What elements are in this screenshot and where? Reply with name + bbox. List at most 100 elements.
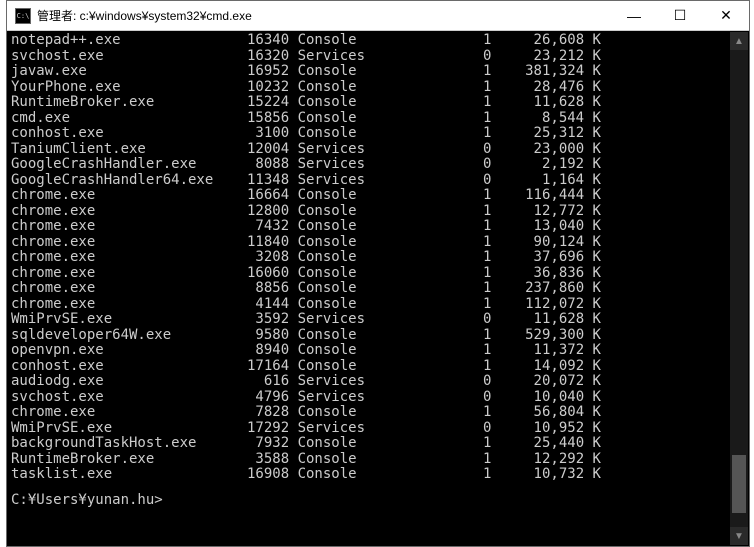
process-row: svchost.exe16320Services023,212 K [11, 49, 745, 65]
process-pid: 7932 [230, 436, 289, 452]
process-pid: 16664 [230, 188, 289, 204]
process-memory: 112,072 K [491, 297, 601, 313]
process-pid: 11840 [230, 235, 289, 251]
process-name: chrome.exe [11, 405, 230, 421]
process-session-name: Console [289, 126, 390, 142]
process-session-name: Console [289, 297, 390, 313]
process-name: cmd.exe [11, 111, 230, 127]
title-bar[interactable]: C:\ 管理者: c:¥windows¥system32¥cmd.exe — ☐… [7, 1, 749, 31]
process-session: 1 [390, 452, 491, 468]
process-name: WmiPrvSE.exe [11, 421, 230, 437]
process-pid: 16320 [230, 49, 289, 65]
process-session-name: Console [289, 343, 390, 359]
process-memory: 12,772 K [491, 204, 601, 220]
process-session-name: Services [289, 173, 390, 189]
process-name: backgroundTaskHost.exe [11, 436, 230, 452]
process-session-name: Console [289, 219, 390, 235]
process-name: chrome.exe [11, 250, 230, 266]
process-session-name: Services [289, 142, 390, 158]
process-pid: 9580 [230, 328, 289, 344]
process-row: YourPhone.exe10232Console128,476 K [11, 80, 745, 96]
process-memory: 13,040 K [491, 219, 601, 235]
scroll-thumb[interactable] [732, 455, 746, 512]
process-name: svchost.exe [11, 390, 230, 406]
process-name: chrome.exe [11, 297, 230, 313]
process-name: conhost.exe [11, 359, 230, 375]
process-memory: 14,092 K [491, 359, 601, 375]
process-pid: 7432 [230, 219, 289, 235]
process-memory: 36,836 K [491, 266, 601, 282]
process-session: 1 [390, 235, 491, 251]
process-memory: 237,860 K [491, 281, 601, 297]
process-row: GoogleCrashHandler64.exe11348Services01,… [11, 173, 745, 189]
process-session: 1 [390, 33, 491, 49]
process-row: svchost.exe4796Services010,040 K [11, 390, 745, 406]
process-memory: 529,300 K [491, 328, 601, 344]
process-session-name: Console [289, 436, 390, 452]
process-name: openvpn.exe [11, 343, 230, 359]
maximize-button[interactable]: ☐ [657, 1, 703, 30]
process-memory: 8,544 K [491, 111, 601, 127]
process-name: audiodg.exe [11, 374, 230, 390]
scroll-track[interactable] [730, 50, 748, 527]
process-session: 0 [390, 173, 491, 189]
process-session: 1 [390, 126, 491, 142]
process-session-name: Console [289, 64, 390, 80]
process-name: chrome.exe [11, 235, 230, 251]
process-name: YourPhone.exe [11, 80, 230, 96]
close-button[interactable]: ✕ [703, 1, 749, 30]
process-name: chrome.exe [11, 266, 230, 282]
process-row: WmiPrvSE.exe3592Services011,628 K [11, 312, 745, 328]
process-pid: 3592 [230, 312, 289, 328]
window-controls: — ☐ ✕ [611, 1, 749, 30]
process-row: chrome.exe4144Console1112,072 K [11, 297, 745, 313]
process-row: chrome.exe12800Console112,772 K [11, 204, 745, 220]
process-row: audiodg.exe616Services020,072 K [11, 374, 745, 390]
process-memory: 10,952 K [491, 421, 601, 437]
process-pid: 8088 [230, 157, 289, 173]
process-memory: 10,040 K [491, 390, 601, 406]
process-session: 1 [390, 111, 491, 127]
process-row: chrome.exe7432Console113,040 K [11, 219, 745, 235]
scrollbar: ▲ ▼ [730, 32, 748, 545]
process-memory: 23,000 K [491, 142, 601, 158]
process-pid: 616 [230, 374, 289, 390]
process-row: openvpn.exe8940Console111,372 K [11, 343, 745, 359]
process-name: sqldeveloper64W.exe [11, 328, 230, 344]
process-session: 0 [390, 374, 491, 390]
process-name: tasklist.exe [11, 467, 230, 483]
process-row: conhost.exe3100Console125,312 K [11, 126, 745, 142]
process-session: 1 [390, 80, 491, 96]
process-memory: 1,164 K [491, 173, 601, 189]
scroll-down-button[interactable]: ▼ [730, 527, 748, 545]
process-pid: 17164 [230, 359, 289, 375]
process-row: conhost.exe17164Console114,092 K [11, 359, 745, 375]
process-session: 1 [390, 328, 491, 344]
process-session-name: Console [289, 467, 390, 483]
process-row: chrome.exe16664Console1116,444 K [11, 188, 745, 204]
process-session-name: Console [289, 80, 390, 96]
process-pid: 7828 [230, 405, 289, 421]
process-session: 1 [390, 359, 491, 375]
scroll-up-button[interactable]: ▲ [730, 32, 748, 50]
command-prompt[interactable]: C:¥Users¥yunan.hu> [11, 493, 745, 509]
process-session-name: Console [289, 235, 390, 251]
process-row: TaniumClient.exe12004Services023,000 K [11, 142, 745, 158]
process-memory: 25,312 K [491, 126, 601, 142]
process-pid: 8940 [230, 343, 289, 359]
process-memory: 10,732 K [491, 467, 601, 483]
process-pid: 3100 [230, 126, 289, 142]
process-session-name: Services [289, 421, 390, 437]
process-session-name: Console [289, 188, 390, 204]
terminal-output[interactable]: notepad++.exe16340Console126,608 Ksvchos… [7, 31, 749, 546]
process-row: WmiPrvSE.exe17292Services010,952 K [11, 421, 745, 437]
process-row: chrome.exe7828Console156,804 K [11, 405, 745, 421]
minimize-button[interactable]: — [611, 1, 657, 30]
process-pid: 4796 [230, 390, 289, 406]
process-row: chrome.exe11840Console190,124 K [11, 235, 745, 251]
process-session-name: Console [289, 33, 390, 49]
process-session: 0 [390, 142, 491, 158]
process-pid: 11348 [230, 173, 289, 189]
process-session-name: Services [289, 374, 390, 390]
process-pid: 16952 [230, 64, 289, 80]
